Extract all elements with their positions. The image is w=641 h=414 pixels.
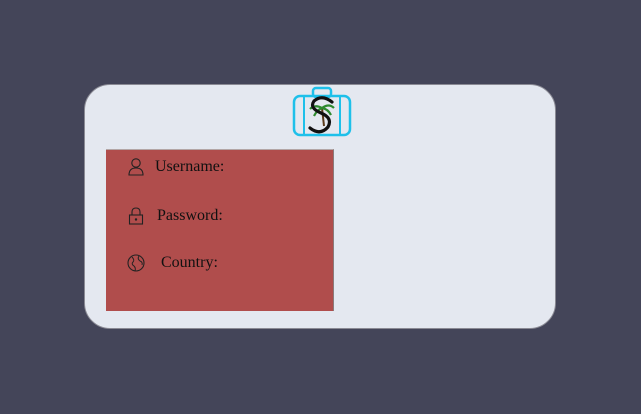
country-label: Country: [161,254,218,271]
password-label: Password: [157,207,223,224]
globe-icon [127,254,145,272]
password-field[interactable]: Password: [126,204,223,228]
login-card: Username: Password: Country: [84,84,556,329]
suitcase-logo-icon [292,86,352,137]
lock-icon [128,207,144,225]
login-form-panel: Username: Password: Country: [106,149,334,311]
user-icon [128,158,144,176]
username-field[interactable]: Username: [126,155,224,179]
country-field[interactable]: Country: [126,251,218,275]
username-label: Username: [155,158,225,175]
